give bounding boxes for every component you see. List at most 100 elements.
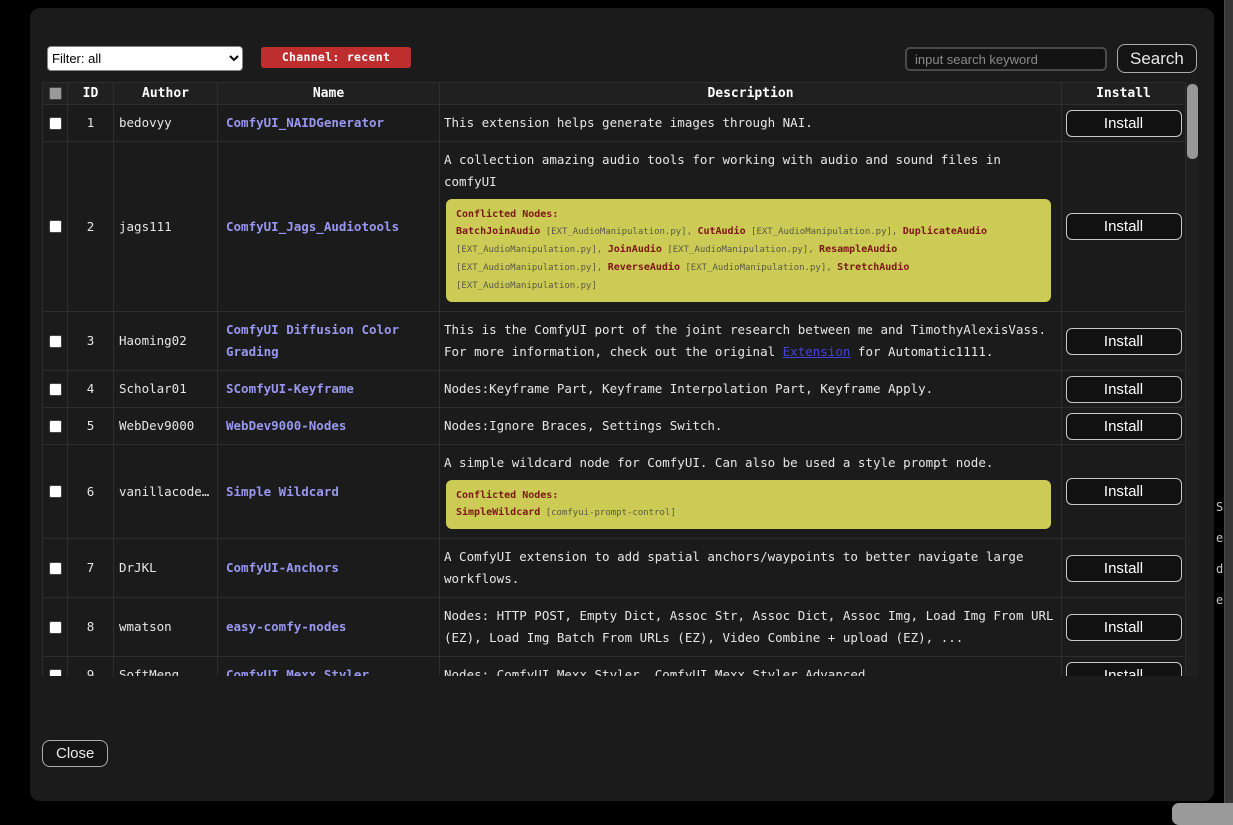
node-name-link[interactable]: WebDev9000-Nodes <box>226 418 346 433</box>
row-checkbox[interactable] <box>49 420 62 433</box>
header-name: Name <box>218 83 440 105</box>
header-install: Install <box>1062 83 1186 105</box>
custom-nodes-dialog: Filter: all Channel: recent Search ID Au… <box>30 8 1214 801</box>
node-name-link[interactable]: ComfyUI_NAIDGenerator <box>226 115 384 130</box>
select-all-header-cell <box>43 83 68 105</box>
row-description: A ComfyUI extension to add spatial ancho… <box>440 539 1062 598</box>
conflict-node-name: SimpleWildcard <box>456 507 540 518</box>
install-button[interactable]: Install <box>1066 478 1182 505</box>
conflict-node-source: [EXT_AudioManipulation.py], <box>746 227 903 237</box>
row-description: for Automatic1111. <box>850 344 993 359</box>
row-id: 4 <box>68 371 114 408</box>
row-description: Nodes:Ignore Braces, Settings Switch. <box>440 408 1062 445</box>
row-id: 7 <box>68 539 114 598</box>
row-checkbox[interactable] <box>49 669 62 677</box>
extension-link[interactable]: Extension <box>783 344 851 359</box>
row-author: wmatson <box>114 598 218 657</box>
row-id: 3 <box>68 312 114 371</box>
node-name-link[interactable]: SComfyUI-Keyframe <box>226 381 354 396</box>
table-row: 1 bedovyy ComfyUI_NAIDGenerator This ext… <box>43 105 1186 142</box>
conflict-node-name: ResampleAudio <box>819 244 897 255</box>
row-description: Nodes:Keyframe Part, Keyframe Interpolat… <box>440 371 1062 408</box>
row-checkbox[interactable] <box>49 117 62 130</box>
row-author: jags111 <box>114 142 218 312</box>
row-description: A collection amazing audio tools for wor… <box>444 149 1055 193</box>
conflict-node-source: [EXT_AudioManipulation.py], <box>540 227 697 237</box>
conflict-node-name: StretchAudio <box>837 262 909 273</box>
conflict-title: Conflicted Nodes: <box>456 207 1041 222</box>
conflict-node-name: CutAudio <box>697 226 745 237</box>
node-name-link[interactable]: ComfyUI_Jags_Audiotools <box>226 219 399 234</box>
conflict-box: Conflicted Nodes: BatchJoinAudio [EXT_Au… <box>446 199 1051 302</box>
node-name-link[interactable]: ComfyUI Diffusion Color Grading <box>226 322 399 359</box>
row-author: bedovyy <box>114 105 218 142</box>
custom-nodes-table: ID Author Name Description Install 1 bed… <box>42 82 1198 676</box>
row-id: 5 <box>68 408 114 445</box>
conflict-node-source: [EXT_AudioManipulation.py] <box>456 281 597 291</box>
conflict-node-source: [EXT_AudioManipulation.py], <box>662 245 819 255</box>
row-checkbox[interactable] <box>49 562 62 575</box>
node-name-link[interactable]: ComfyUI-Anchors <box>226 560 339 575</box>
channel-badge: Channel: recent <box>261 47 411 68</box>
row-checkbox[interactable] <box>49 621 62 634</box>
install-button[interactable]: Install <box>1066 413 1182 440</box>
table-row: 4 Scholar01 SComfyUI-Keyframe Nodes:Keyf… <box>43 371 1186 408</box>
row-description: Nodes: ComfyUI Mexx Styler, ComfyUI Mexx… <box>440 657 1062 677</box>
row-checkbox[interactable] <box>49 383 62 396</box>
table-scrollbar-thumb[interactable] <box>1187 84 1198 159</box>
table-row: 2 jags111 ComfyUI_Jags_Audiotools A coll… <box>43 142 1186 312</box>
table-row: 3 Haoming02 ComfyUI Diffusion Color Grad… <box>43 312 1186 371</box>
conflict-node-source: [EXT_AudioManipulation.py], <box>680 263 837 273</box>
node-name-link[interactable]: ComfyUI_Mexx_Styler <box>226 667 369 676</box>
conflict-box: Conflicted Nodes: SimpleWildcard [comfyu… <box>446 480 1051 529</box>
row-author: Haoming02 <box>114 312 218 371</box>
install-button[interactable]: Install <box>1066 614 1182 641</box>
row-author: SoftMeng <box>114 657 218 677</box>
row-description-cell: A simple wildcard node for ComfyUI. Can … <box>440 445 1062 539</box>
row-author: Scholar01 <box>114 371 218 408</box>
table-row: 9 SoftMeng ComfyUI_Mexx_Styler Nodes: Co… <box>43 657 1186 677</box>
table-row: 8 wmatson easy-comfy-nodes Nodes: HTTP P… <box>43 598 1186 657</box>
install-button[interactable]: Install <box>1066 555 1182 582</box>
row-id: 2 <box>68 142 114 312</box>
row-author: WebDev9000 <box>114 408 218 445</box>
conflict-title: Conflicted Nodes: <box>456 488 1041 503</box>
row-checkbox[interactable] <box>49 485 62 498</box>
conflict-node-name: JoinAudio <box>608 244 662 255</box>
conflict-node-source: [comfyui-prompt-control] <box>540 508 675 518</box>
conflict-node-name: DuplicateAudio <box>903 226 987 237</box>
filter-select[interactable]: Filter: all <box>47 46 243 71</box>
install-button[interactable]: Install <box>1066 110 1182 137</box>
row-checkbox[interactable] <box>49 335 62 348</box>
node-name-link[interactable]: Simple Wildcard <box>226 484 339 499</box>
row-checkbox[interactable] <box>49 220 62 233</box>
conflict-node-source: [EXT_AudioManipulation.py], <box>456 263 608 273</box>
page-scrollbar-horizontal-thumb[interactable] <box>1172 803 1233 825</box>
node-name-link[interactable]: easy-comfy-nodes <box>226 619 346 634</box>
conflict-node-name: ReverseAudio <box>608 262 680 273</box>
conflict-node-name: BatchJoinAudio <box>456 226 540 237</box>
table-row: 6 vanillacode314 Simple Wildcard A simpl… <box>43 445 1186 539</box>
table-row: 7 DrJKL ComfyUI-Anchors A ComfyUI extens… <box>43 539 1186 598</box>
row-author: vanillacode314 <box>114 445 218 539</box>
install-button[interactable]: Install <box>1066 328 1182 355</box>
install-button[interactable]: Install <box>1066 662 1182 677</box>
select-all-checkbox[interactable] <box>49 87 62 100</box>
table-row: 5 WebDev9000 WebDev9000-Nodes Nodes:Igno… <box>43 408 1186 445</box>
header-author: Author <box>114 83 218 105</box>
close-button[interactable]: Close <box>42 740 108 767</box>
table-header-row: ID Author Name Description Install <box>43 83 1186 105</box>
search-input[interactable] <box>905 47 1107 71</box>
table-scrollbar-track[interactable] <box>1185 82 1198 676</box>
conflict-node-source: [EXT_AudioManipulation.py], <box>456 245 608 255</box>
row-id: 6 <box>68 445 114 539</box>
row-description-cell: A collection amazing audio tools for wor… <box>440 142 1062 312</box>
row-description: A simple wildcard node for ComfyUI. Can … <box>444 452 1055 474</box>
header-id: ID <box>68 83 114 105</box>
page-scrollbar-vertical[interactable] <box>1224 0 1233 815</box>
row-description-cell: This is the ComfyUI port of the joint re… <box>440 312 1062 371</box>
row-author: DrJKL <box>114 539 218 598</box>
install-button[interactable]: Install <box>1066 213 1182 240</box>
install-button[interactable]: Install <box>1066 376 1182 403</box>
search-button[interactable]: Search <box>1117 44 1197 73</box>
